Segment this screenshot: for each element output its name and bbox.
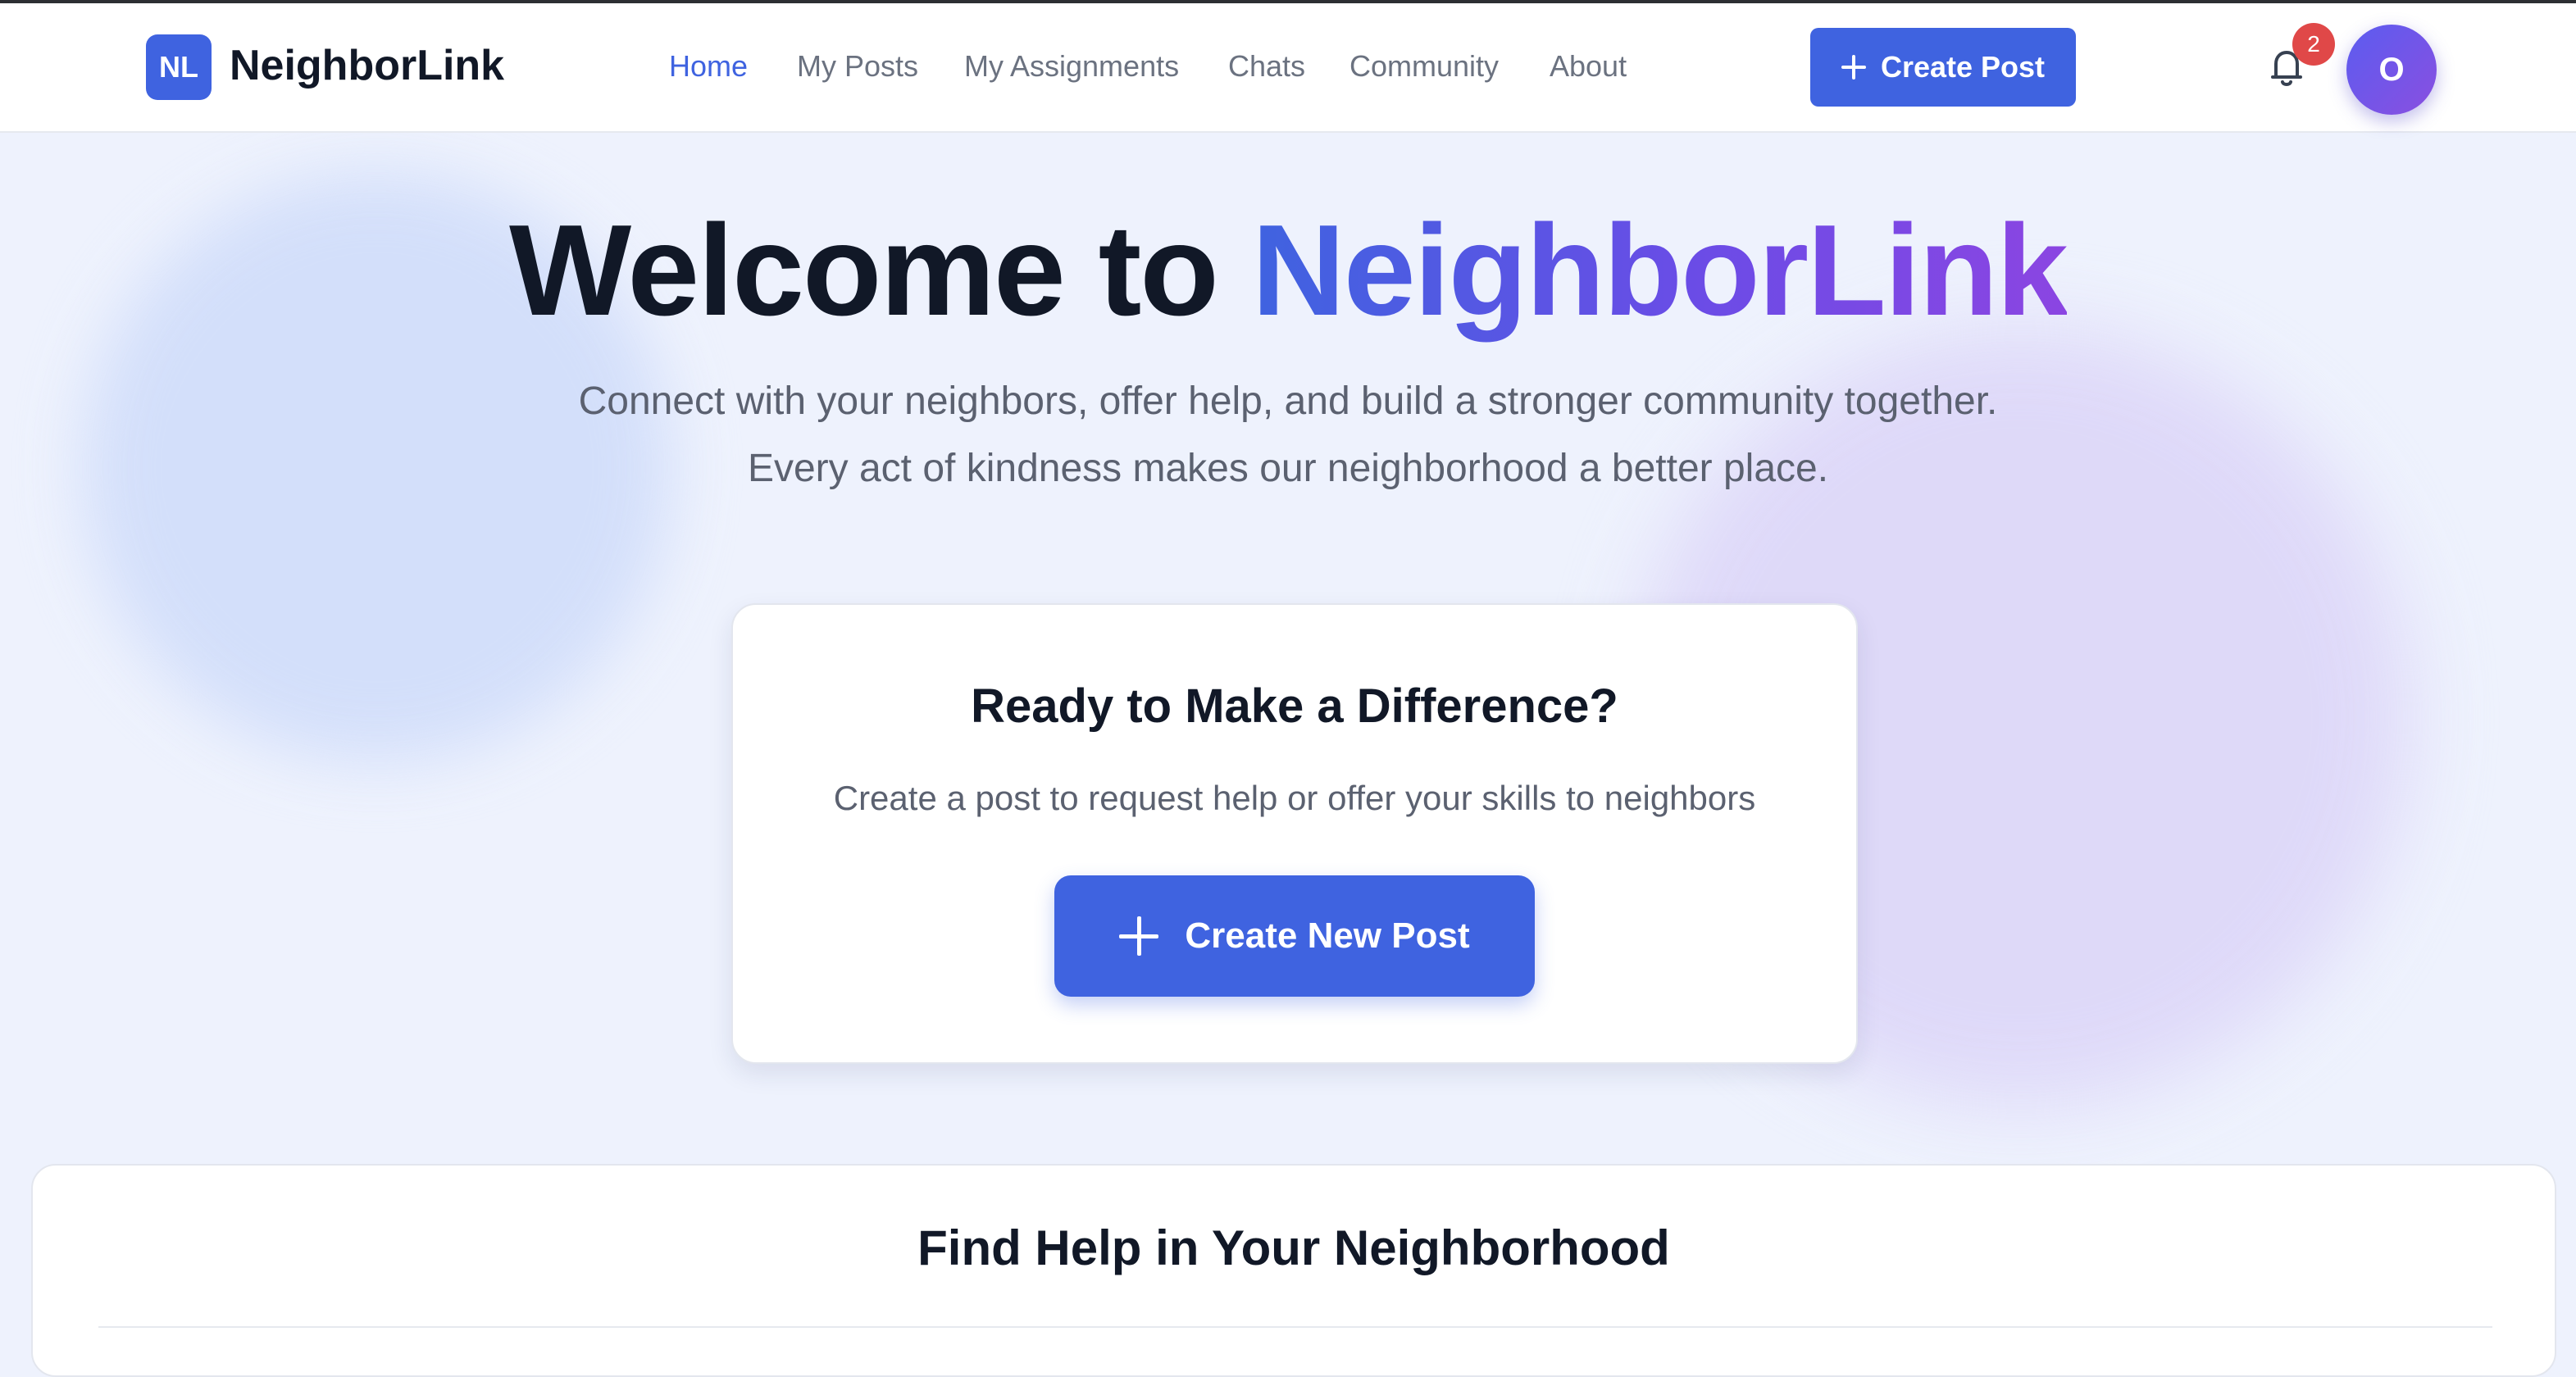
user-avatar[interactable]: O [2346,25,2437,115]
nav-link-about[interactable]: About [1550,49,1627,84]
create-new-post-button[interactable]: Create New Post [1054,875,1535,997]
nav-link-chats[interactable]: Chats [1228,49,1305,84]
divider [98,1326,2492,1328]
nav-link-my-posts[interactable]: My Posts [797,49,918,84]
hero-title: Welcome to NeighborLink [0,197,2576,345]
top-navbar: NL NeighborLink Home My Posts My Assignm… [0,3,2576,133]
nav-link-my-assignments[interactable]: My Assignments [964,49,1179,84]
plus-icon [1841,55,1866,80]
nav-link-community[interactable]: Community [1349,49,1499,84]
hero-title-highlight: NeighborLink [1251,198,2069,343]
brand-name[interactable]: NeighborLink [230,41,504,90]
create-new-post-label: Create New Post [1185,916,1470,956]
hero-title-prefix: Welcome to [509,198,1252,343]
cta-card: Ready to Make a Difference? Create a pos… [731,603,1858,1064]
nav-link-home[interactable]: Home [669,49,748,84]
find-help-panel: Find Help in Your Neighborhood [31,1164,2556,1377]
cta-card-title: Ready to Make a Difference? [971,679,1618,733]
plus-icon [1119,916,1159,956]
create-post-button[interactable]: Create Post [1810,28,2076,107]
hero-subtitle-line-1: Connect with your neighbors, offer help,… [578,379,1998,423]
logo-badge[interactable]: NL [146,34,212,100]
hero-subtitle-line-2: Every act of kindness makes our neighbor… [747,447,1829,490]
find-help-title: Find Help in Your Neighborhood [917,1220,1670,1275]
create-post-label: Create Post [1880,50,2046,84]
notification-count-badge: 2 [2292,23,2335,66]
cta-card-subtitle: Create a post to request help or offer y… [833,779,1756,817]
